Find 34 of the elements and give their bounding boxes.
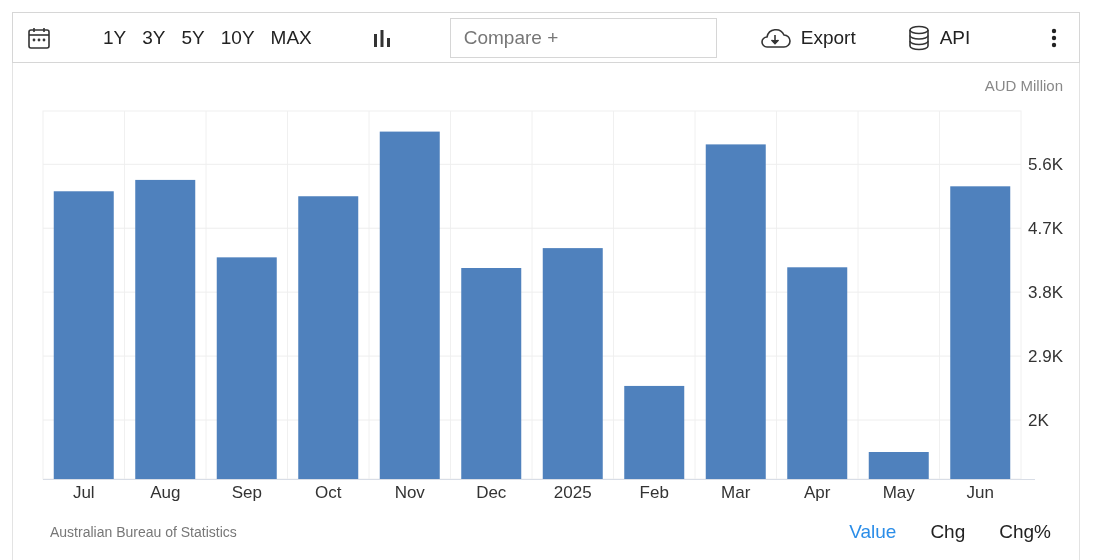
database-icon: [907, 24, 930, 51]
view-tab[interactable]: Chg%: [999, 520, 1051, 543]
y-axis-label: 5.6K: [1028, 155, 1063, 175]
more-menu-button[interactable]: [1051, 27, 1057, 48]
x-axis-label: Dec: [476, 483, 507, 502]
range-button[interactable]: 10Y: [212, 24, 263, 51]
range-button[interactable]: 1Y: [95, 24, 135, 51]
unit-label: AUD Million: [984, 77, 1063, 94]
calendar-button[interactable]: [27, 25, 51, 50]
x-axis-label: Mar: [721, 483, 751, 502]
x-axis-label: Feb: [639, 483, 669, 502]
view-tab[interactable]: Chg: [930, 520, 966, 543]
y-axis-label: 3.8K: [1028, 283, 1063, 303]
x-axis-label: Sep: [231, 483, 262, 502]
x-axis-label: May: [882, 483, 915, 502]
x-axis-label: Apr: [804, 483, 831, 502]
y-axis-label: 4.7K: [1028, 219, 1063, 239]
source-text: Australian Bureau of Statistics: [50, 523, 237, 540]
x-axis-label: Jun: [966, 483, 994, 502]
x-axis-label: Jul: [72, 483, 95, 502]
range-button[interactable]: 5Y: [173, 24, 213, 51]
y-axis-label: 2K: [1028, 411, 1049, 431]
x-axis-label: Nov: [394, 483, 425, 502]
cloud-download-icon: [758, 26, 791, 49]
range-button[interactable]: MAX: [262, 24, 320, 51]
x-axis-label: Aug: [150, 483, 181, 502]
range-button[interactable]: 3Y: [134, 24, 174, 51]
x-axis-label: 2025: [553, 483, 592, 502]
y-axis-label: 2.9K: [1028, 347, 1063, 367]
chart-type-button[interactable]: [371, 27, 392, 48]
compare-field[interactable]: Compare +: [449, 17, 717, 58]
export-button[interactable]: Export: [758, 26, 856, 49]
x-axis-label: Oct: [315, 483, 342, 502]
api-button[interactable]: API: [907, 24, 971, 51]
